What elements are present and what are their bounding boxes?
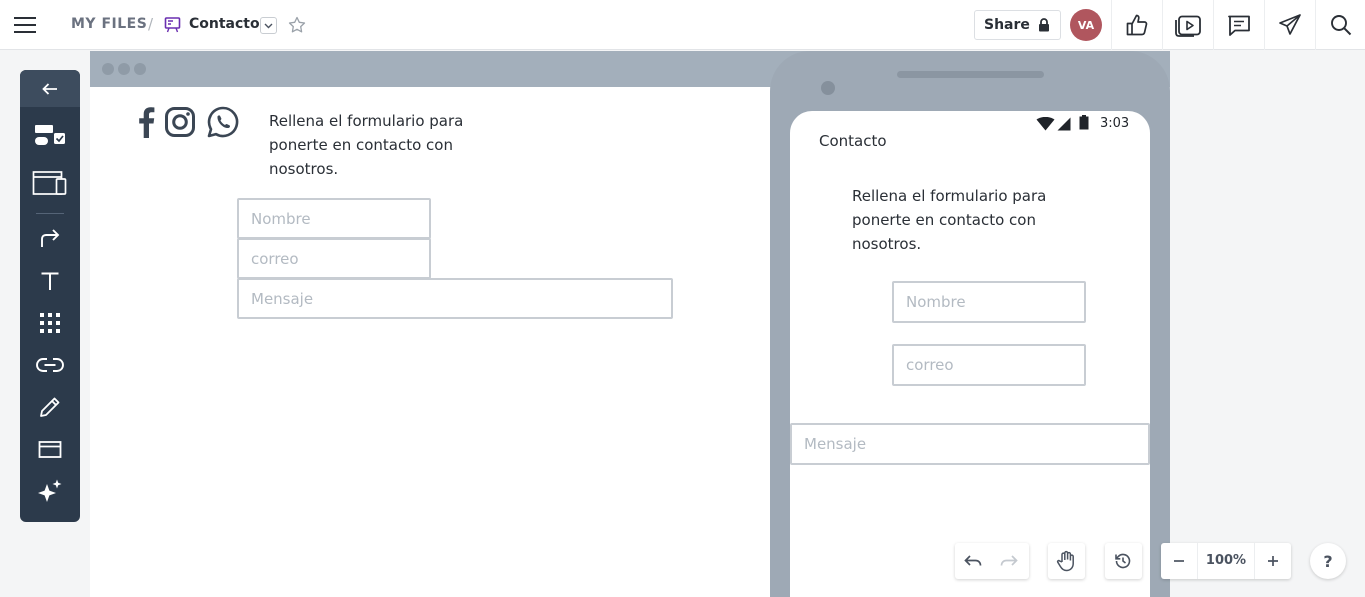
search-icon[interactable]	[1315, 0, 1365, 50]
battery-icon	[1079, 115, 1089, 134]
window-dot	[118, 63, 130, 75]
device-frames-icon[interactable]	[20, 163, 80, 203]
facebook-icon[interactable]	[136, 105, 156, 143]
share-button[interactable]: Share	[974, 10, 1061, 40]
instagram-icon[interactable]	[164, 106, 196, 142]
undo-icon[interactable]	[955, 543, 991, 579]
file-name[interactable]: Contacto	[189, 16, 260, 32]
phone-message-input[interactable]: Mensaje	[790, 423, 1150, 465]
name-input[interactable]: Nombre	[237, 198, 431, 239]
social-icons	[136, 106, 240, 142]
pencil-icon[interactable]	[20, 387, 80, 427]
phone-page-title: Contacto	[819, 132, 887, 150]
phone-camera	[821, 81, 835, 95]
top-bar: MY FILES / Contacto Share VA	[0, 0, 1365, 50]
connector-arrow-icon[interactable]	[20, 218, 80, 258]
lock-icon	[1038, 18, 1049, 32]
zoom-out-minus-icon[interactable]	[1161, 543, 1197, 579]
text-tool-icon[interactable]	[20, 261, 80, 301]
undo-redo-group	[955, 543, 1029, 579]
hand-tool-button[interactable]	[1048, 543, 1085, 579]
collapse-rail-button[interactable]	[20, 70, 80, 107]
frame-container-icon[interactable]	[20, 429, 80, 469]
canvas-background	[1170, 51, 1365, 597]
apps-grid-icon[interactable]	[20, 303, 80, 343]
zoom-level[interactable]: 100%	[1197, 543, 1255, 579]
email-input[interactable]: correo	[237, 238, 431, 279]
arrow-left-icon	[42, 82, 57, 95]
wifi-icon	[1036, 116, 1055, 135]
help-button[interactable]: ?	[1310, 543, 1346, 579]
window-dot	[134, 63, 146, 75]
file-menu-chevron-down-icon[interactable]	[260, 17, 277, 34]
thumbs-up-icon[interactable]	[1111, 0, 1162, 50]
history-button[interactable]	[1105, 543, 1142, 579]
user-avatar[interactable]: VA	[1070, 9, 1102, 41]
status-time: 3:03	[1100, 116, 1130, 131]
window-dot	[102, 63, 114, 75]
zoom-in-plus-icon[interactable]	[1255, 543, 1291, 579]
comment-icon[interactable]	[1213, 0, 1264, 50]
hand-icon	[1048, 543, 1084, 579]
zoom-controls: 100%	[1161, 543, 1291, 579]
breadcrumb-my-files[interactable]: MY FILES	[71, 16, 147, 32]
message-input[interactable]: Mensaje	[237, 278, 673, 319]
history-clock-icon	[1105, 543, 1141, 579]
phone-name-input[interactable]: Nombre	[892, 281, 1086, 323]
link-icon[interactable]	[20, 345, 80, 385]
share-label: Share	[984, 17, 1030, 33]
phone-form-description: Rellena el formulario para ponerte en co…	[852, 187, 1047, 253]
phone-speaker	[897, 71, 1044, 78]
star-icon[interactable]	[287, 15, 307, 35]
send-paper-plane-icon[interactable]	[1264, 0, 1315, 50]
redo-icon[interactable]	[991, 543, 1027, 579]
wireframe-components-icon[interactable]	[20, 115, 80, 155]
hamburger-menu-icon[interactable]	[12, 13, 38, 37]
breadcrumb-separator: /	[148, 15, 154, 33]
whatsapp-icon[interactable]	[206, 105, 240, 143]
ai-sparkle-icon[interactable]	[20, 471, 80, 511]
present-play-icon[interactable]	[1162, 0, 1213, 50]
rail-divider	[36, 213, 64, 214]
form-description: Rellena el formulario para ponerte en co…	[269, 112, 464, 178]
signal-icon	[1057, 116, 1071, 135]
phone-email-input[interactable]: correo	[892, 344, 1086, 386]
board-file-icon	[164, 16, 181, 33]
